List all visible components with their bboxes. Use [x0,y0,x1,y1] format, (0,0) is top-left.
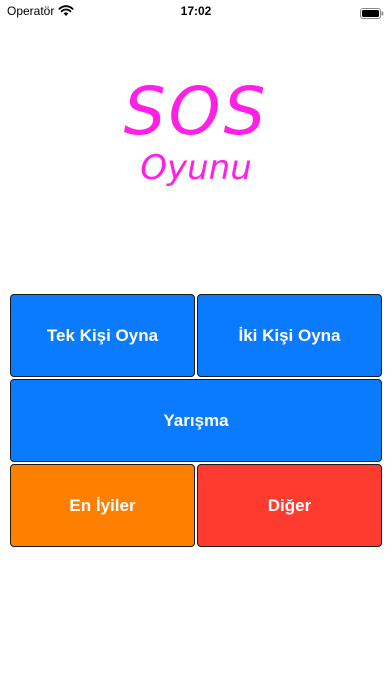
app-subtitle: Oyunu [140,148,252,188]
other-button[interactable]: Diğer [197,464,382,547]
battery-icon [360,6,384,19]
status-time: 17:02 [180,4,212,18]
app-title: SOS [123,73,269,150]
two-player-button[interactable]: İki Kişi Oyna [197,294,382,377]
single-player-button[interactable]: Tek Kişi Oyna [10,294,195,377]
status-bar: Operatör 17:02 [0,0,392,24]
contest-button[interactable]: Yarışma [10,379,382,462]
leaderboard-button[interactable]: En İyiler [10,464,195,547]
